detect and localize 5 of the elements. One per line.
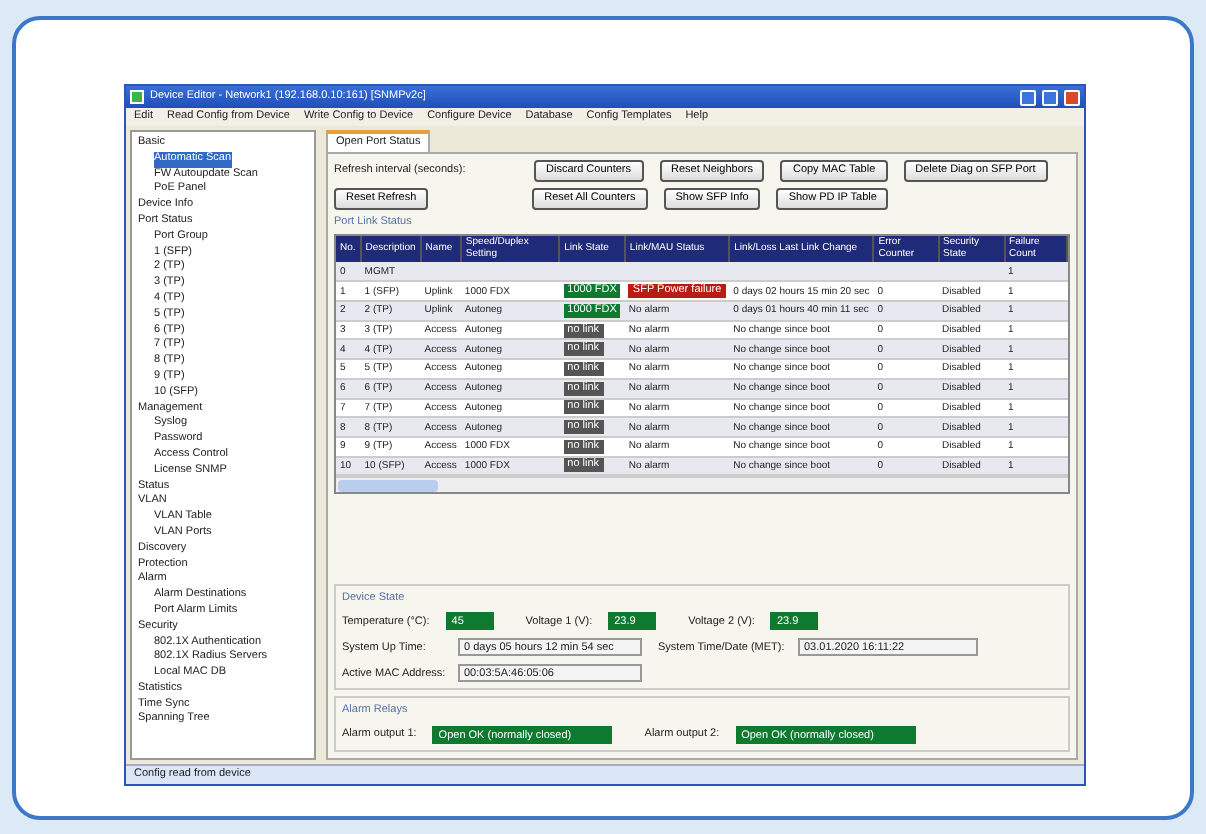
close-button[interactable] (1064, 89, 1080, 105)
minimize-button[interactable] (1020, 89, 1036, 105)
app-icon (130, 90, 144, 104)
maximize-button[interactable] (1042, 89, 1058, 105)
horizontal-scrollbar[interactable] (336, 476, 1068, 493)
